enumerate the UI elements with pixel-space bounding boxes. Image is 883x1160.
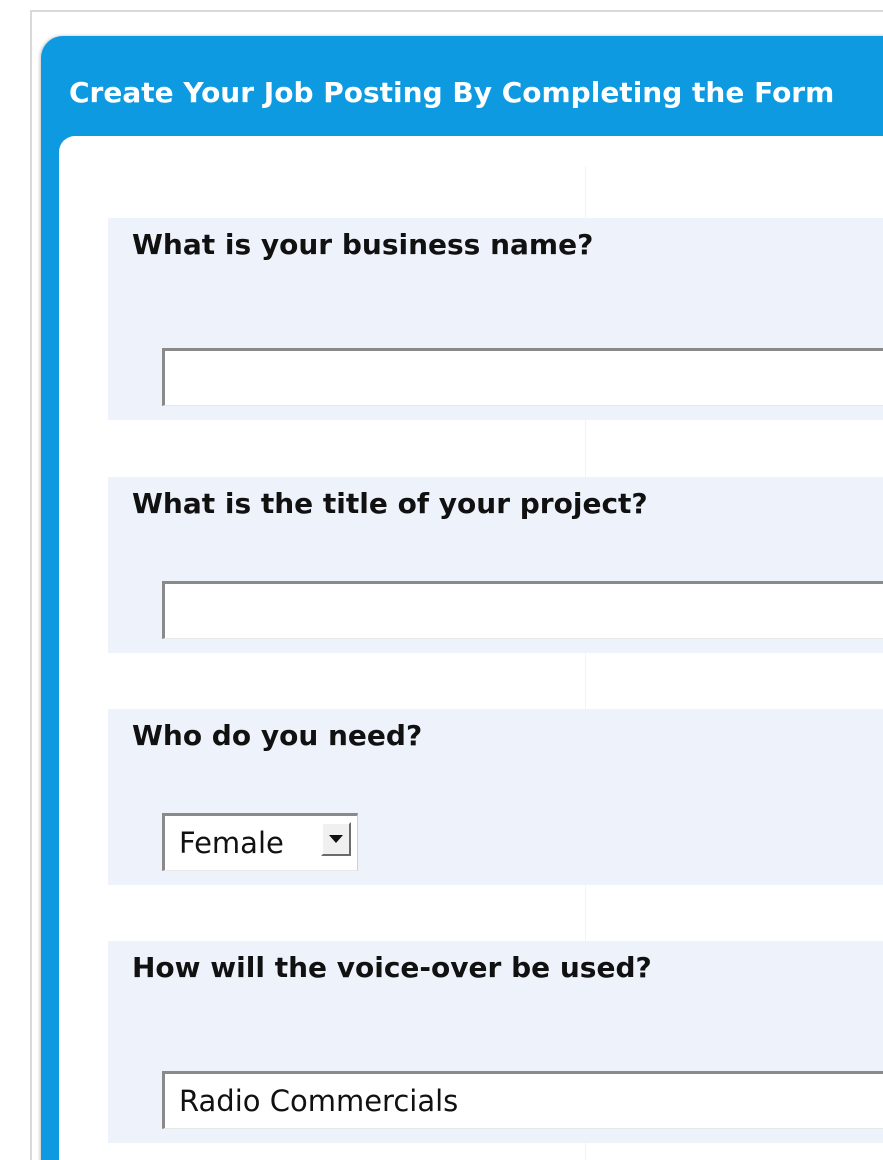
talent-type-selected-value: Female [179,826,284,860]
business-name-input[interactable] [162,348,883,406]
job-posting-panel: Create Your Job Posting By Completing th… [41,36,883,1160]
page: Create Your Job Posting By Completing th… [0,0,883,1160]
form-body: What is your business name? What is the … [59,136,883,1160]
usage-select[interactable]: Radio Commercials [162,1071,883,1129]
business-name-field-group: What is your business name? [108,218,883,420]
project-title-label: What is the title of your project? [132,487,648,520]
project-title-input[interactable] [162,581,883,639]
usage-field-group: How will the voice-over be used? Radio C… [108,941,883,1143]
usage-label: How will the voice-over be used? [132,951,652,984]
project-title-field-group: What is the title of your project? [108,477,883,653]
talent-type-label: Who do you need? [132,719,423,752]
talent-type-select[interactable]: Female [162,813,358,871]
talent-type-field-group: Who do you need? Female [108,709,883,885]
panel-title: Create Your Job Posting By Completing th… [69,76,835,109]
outer-frame-left-edge [30,10,32,1160]
usage-selected-value: Radio Commercials [179,1084,459,1118]
dropdown-arrow-button[interactable] [321,822,351,856]
outer-frame-top-edge [30,10,883,12]
business-name-label: What is your business name? [132,228,594,261]
chevron-down-icon [329,835,343,843]
